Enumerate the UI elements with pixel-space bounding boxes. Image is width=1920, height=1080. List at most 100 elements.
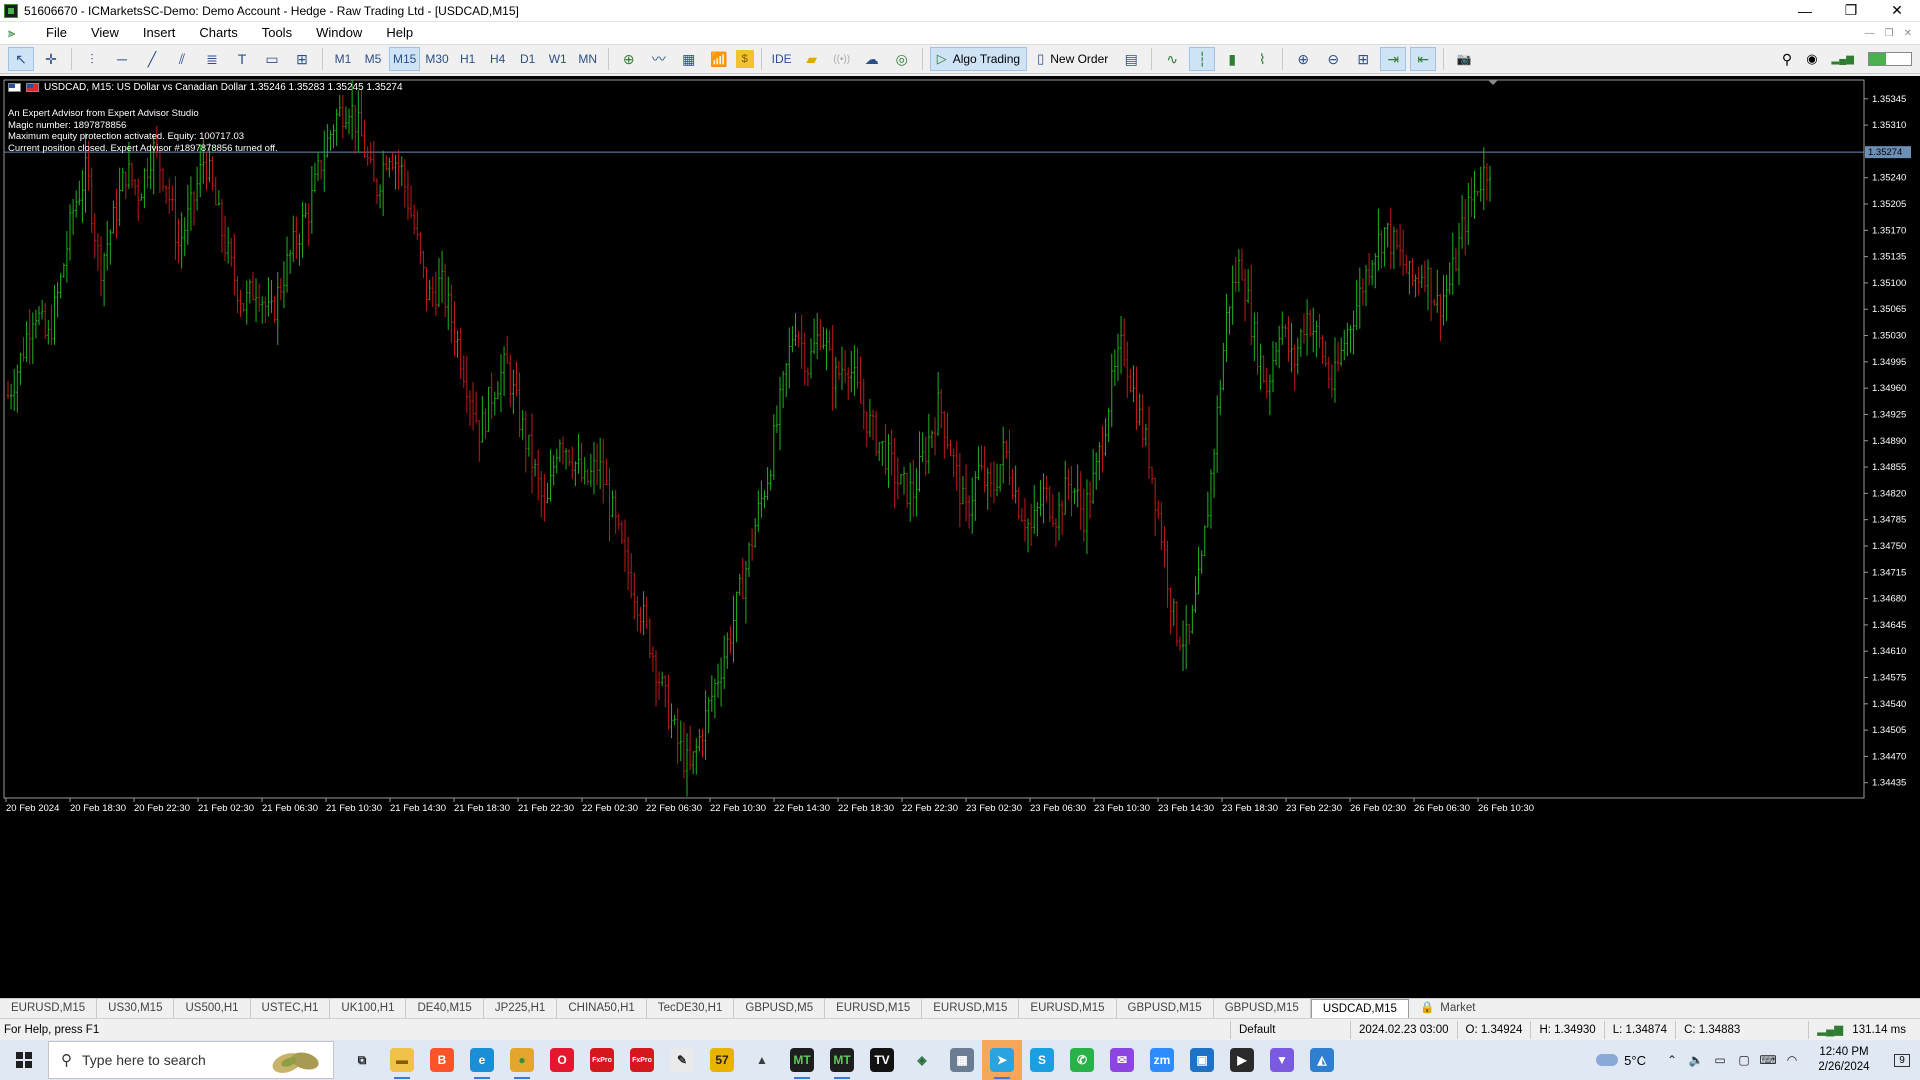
menu-charts[interactable]: Charts: [187, 22, 249, 44]
taskbar-app-photos[interactable]: ◭: [1302, 1040, 1342, 1080]
chart-tab[interactable]: EURUSD,M15: [825, 999, 923, 1018]
taskbar-app-app-red-1[interactable]: FxPro: [582, 1040, 622, 1080]
market-coin-icon[interactable]: $: [735, 50, 754, 68]
rectangle-icon[interactable]: ▭: [259, 47, 285, 71]
bar-chart-icon[interactable]: ┆: [1189, 47, 1216, 71]
chevron-up-icon[interactable]: ⌃: [1660, 1053, 1684, 1067]
cursor-icon[interactable]: ↖: [8, 47, 34, 71]
menu-help[interactable]: Help: [374, 22, 425, 44]
shapes-menu-icon[interactable]: ⊞: [289, 47, 315, 71]
tile-windows-icon[interactable]: ⊞: [1350, 47, 1376, 71]
timeframe-m1[interactable]: M1: [329, 47, 357, 71]
taskbar-app-app-inkscape[interactable]: ✎: [662, 1040, 702, 1080]
wifi-icon[interactable]: ◠: [1780, 1053, 1804, 1067]
horizontal-line-icon[interactable]: ─: [109, 47, 135, 71]
taskbar-app-zoom[interactable]: zm: [1142, 1040, 1182, 1080]
chart-line-menu-icon[interactable]: ∿: [1159, 47, 1185, 71]
ide-button[interactable]: IDE: [768, 47, 796, 71]
taskbar-app-messenger[interactable]: ✉: [1102, 1040, 1142, 1080]
taskbar-app-task-view[interactable]: ⧉: [342, 1040, 382, 1080]
mdi-close-button[interactable]: ✕: [1904, 28, 1912, 39]
search-icon[interactable]: ⚲: [1782, 51, 1792, 68]
tab-market[interactable]: 🔒 Market: [1409, 999, 1486, 1018]
chart-tab[interactable]: CHINA50,H1: [557, 999, 647, 1018]
keyboard-icon[interactable]: ⌨: [1756, 1053, 1780, 1067]
chart-tab[interactable]: GBPUSD,M5: [734, 999, 826, 1018]
chart-tab[interactable]: TecDE30,H1: [647, 999, 735, 1018]
menu-view[interactable]: View: [79, 22, 131, 44]
depth-of-market-icon[interactable]: ▤: [1118, 47, 1144, 71]
taskbar-app-metatrader-1[interactable]: MT: [782, 1040, 822, 1080]
chart-area[interactable]: 1.35345 1.35310 1.35240 1.35205 1.35170 1.351…: [0, 76, 1920, 998]
timeframe-h4[interactable]: H4: [484, 47, 512, 71]
price-chart[interactable]: 1.35345 1.35310 1.35240 1.35205 1.35170 1.351…: [0, 76, 1920, 998]
vertical-line-icon[interactable]: ⫶: [79, 47, 105, 71]
chart-tab[interactable]: GBPUSD,M15: [1214, 999, 1311, 1018]
chart-tab[interactable]: US30,M15: [97, 999, 175, 1018]
restore-button[interactable]: ❐: [1828, 0, 1874, 22]
taskbar-app-calculator[interactable]: ▦: [942, 1040, 982, 1080]
account-icon[interactable]: ◉: [1806, 51, 1817, 67]
taskbar-app-app-v[interactable]: ▼: [1262, 1040, 1302, 1080]
indicators-menu-icon[interactable]: 📶: [706, 47, 732, 71]
line-chart-menu-icon[interactable]: 〰: [646, 47, 672, 71]
candlestick-icon[interactable]: ▮: [1219, 47, 1245, 71]
taskbar-app-app-box[interactable]: ▣: [1182, 1040, 1222, 1080]
mdi-restore-button[interactable]: ❐: [1885, 28, 1894, 39]
auto-scroll-icon[interactable]: ⇥: [1380, 47, 1407, 71]
taskbar-app-brave[interactable]: B: [422, 1040, 462, 1080]
taskbar-app-app-triangle[interactable]: ▲: [742, 1040, 782, 1080]
taskbar-app-opera[interactable]: O: [542, 1040, 582, 1080]
timeframe-m30[interactable]: M30: [422, 47, 451, 71]
taskbar-app-media-player[interactable]: ▶: [1222, 1040, 1262, 1080]
chart-tab[interactable]: USDCAD,M15: [1310, 999, 1409, 1018]
trendline-icon[interactable]: ╱: [139, 47, 165, 71]
vps-icon[interactable]: ◎: [889, 47, 915, 71]
connection-ping[interactable]: ▂▄▆ 131.14 ms: [1808, 1020, 1920, 1039]
timeframe-mn[interactable]: MN: [574, 47, 602, 71]
timeframe-h1[interactable]: H1: [454, 47, 482, 71]
taskbar-app-edge[interactable]: e: [462, 1040, 502, 1080]
taskbar-app-tradingview[interactable]: TV: [862, 1040, 902, 1080]
line-icon[interactable]: ⌇: [1249, 47, 1275, 71]
text-tool-icon[interactable]: T: [229, 47, 255, 71]
menu-window[interactable]: Window: [304, 22, 374, 44]
chart-tab[interactable]: US500,H1: [174, 999, 251, 1018]
chart-tab[interactable]: USTEC,H1: [251, 999, 331, 1018]
profile-name[interactable]: Default: [1230, 1020, 1350, 1039]
chart-shift-icon[interactable]: ⇤: [1410, 47, 1437, 71]
notification-center-button[interactable]: 9: [1884, 1040, 1920, 1080]
chart-tab[interactable]: JP225,H1: [484, 999, 558, 1018]
chart-type-menu-icon[interactable]: ▦: [676, 47, 702, 71]
close-button[interactable]: ✕: [1874, 0, 1920, 22]
new-order-button[interactable]: ▯ New Order: [1031, 47, 1114, 71]
crosshair-icon[interactable]: ✛: [38, 47, 64, 71]
taskbar-app-chrome[interactable]: ●: [502, 1040, 542, 1080]
menu-insert[interactable]: Insert: [131, 22, 188, 44]
navigator-folder-icon[interactable]: ▰: [799, 47, 825, 71]
taskbar-app-whatsapp[interactable]: ✆: [1062, 1040, 1102, 1080]
taskbar-app-file-explorer[interactable]: ▬: [382, 1040, 422, 1080]
taskbar-app-app-network[interactable]: ◈: [902, 1040, 942, 1080]
zoom-in-icon[interactable]: ⊕: [1290, 47, 1316, 71]
menu-tools[interactable]: Tools: [250, 22, 304, 44]
zoom-out-icon[interactable]: ⊖: [1320, 47, 1346, 71]
taskbar-search[interactable]: ⚲ Type here to search: [48, 1041, 334, 1079]
taskbar-app-app-red-2[interactable]: FxPro: [622, 1040, 662, 1080]
screenshot-icon[interactable]: 📷: [1451, 47, 1477, 71]
add-indicator-icon[interactable]: ⊕: [616, 47, 642, 71]
chart-tab[interactable]: GBPUSD,M15: [1117, 999, 1214, 1018]
clock[interactable]: 12:40 PM 2/26/2024: [1804, 1045, 1884, 1075]
start-button[interactable]: [0, 1040, 48, 1080]
chart-tab[interactable]: EURUSD,M15: [0, 999, 98, 1018]
menu-file[interactable]: File: [34, 22, 79, 44]
chart-tab[interactable]: EURUSD,M15: [1019, 999, 1117, 1018]
fibonacci-icon[interactable]: ≣: [199, 47, 225, 71]
chart-window-icon[interactable]: ⫸: [8, 26, 24, 40]
minimize-button[interactable]: —: [1782, 0, 1828, 22]
timeframe-d1[interactable]: D1: [514, 47, 542, 71]
mdi-minimize-button[interactable]: —: [1865, 28, 1875, 39]
taskbar-app-metatrader-2[interactable]: MT: [822, 1040, 862, 1080]
channel-icon[interactable]: ⫽: [169, 47, 195, 71]
timeframe-m15[interactable]: M15: [389, 47, 421, 71]
